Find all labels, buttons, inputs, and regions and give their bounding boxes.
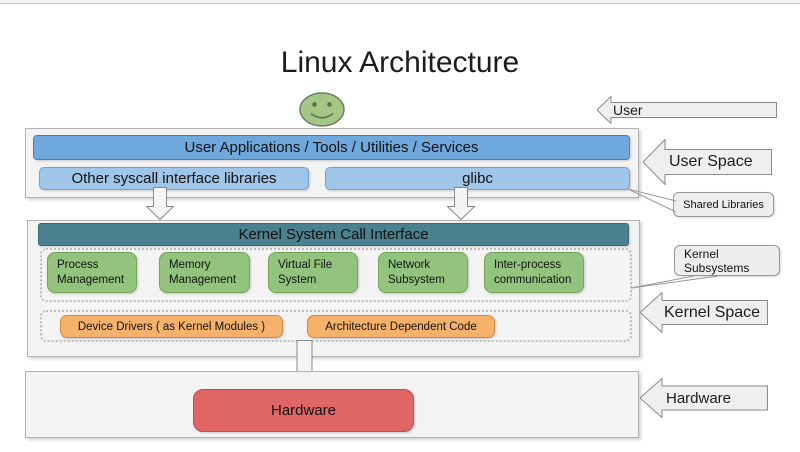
subsystem-box-vfs: Virtual File System <box>268 252 358 293</box>
subsystem-box-process: Process Management <box>47 252 137 293</box>
subsystem-box-ipc: Inter-process communication <box>484 252 584 293</box>
hardware-box: Hardware <box>193 389 414 432</box>
user-arrow-label: User <box>613 96 643 124</box>
user-applications-bar: User Applications / Tools / Utilities / … <box>33 135 630 160</box>
subsystem-box-network: Network Subsystem <box>378 252 468 293</box>
user-arrow: User <box>597 96 777 124</box>
kernel-subsystems-callout: Kernel Subsystems <box>674 245 780 276</box>
window-top-edge <box>0 0 800 4</box>
user-space-arrow: User Space <box>643 139 772 185</box>
shared-libraries-callout: Shared Libraries <box>673 192 774 217</box>
other-syscall-libraries-box: Other syscall interface libraries <box>39 167 309 190</box>
subsystem-box-memory: Memory Management <box>159 252 250 293</box>
driver-box-device-drivers: Device Drivers ( as Kernel Modules ) <box>60 315 283 338</box>
glibc-box: glibc <box>325 167 630 190</box>
page-title: Linux Architecture <box>0 46 800 80</box>
kernel-space-arrow-label: Kernel Space <box>664 292 760 333</box>
smiley-face-icon <box>299 92 345 127</box>
user-space-arrow-label: User Space <box>669 139 753 185</box>
hardware-arrow-label: Hardware <box>666 378 731 418</box>
kernel-syscall-interface-bar: Kernel System Call Interface <box>38 223 629 246</box>
hardware-arrow: Hardware <box>640 378 768 418</box>
kernel-space-arrow: Kernel Space <box>640 292 768 333</box>
driver-box-arch-code: Architecture Dependent Code <box>307 315 495 338</box>
